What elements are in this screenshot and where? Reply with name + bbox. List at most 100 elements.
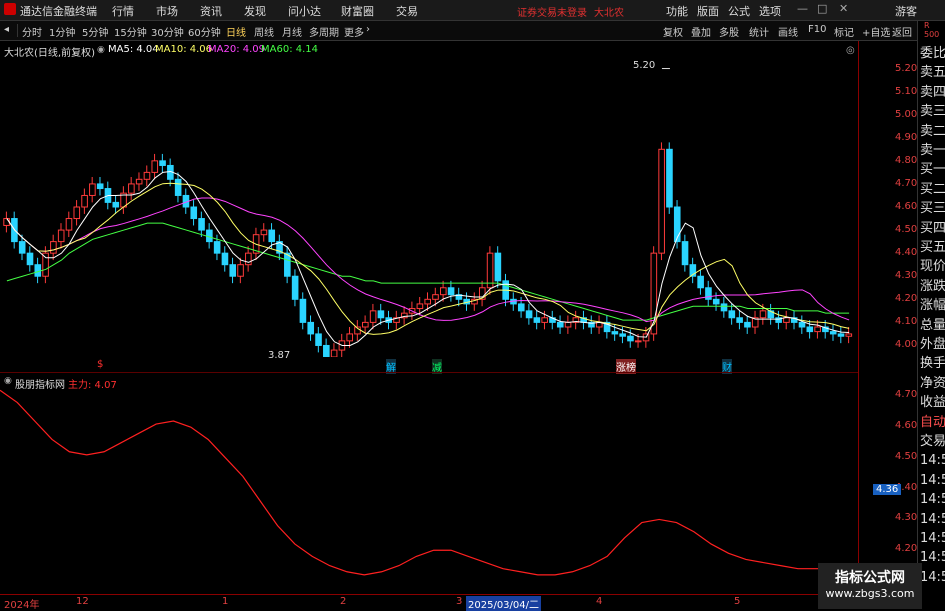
toolbar-draw[interactable]: 画线 <box>778 24 798 39</box>
candle-body <box>81 194 88 208</box>
candle-body <box>151 160 159 173</box>
candle-body <box>229 264 237 277</box>
candle-body <box>190 206 198 220</box>
menu-item-ask[interactable]: 问小达 <box>288 3 321 19</box>
maximize-icon[interactable]: □ <box>817 2 827 15</box>
indicator-panel[interactable]: ◉ 股朋指标网 主力: 4.07 <box>0 372 858 595</box>
candle-body <box>315 333 322 346</box>
period-15min[interactable]: 15分钟 <box>114 24 147 39</box>
candle-body <box>619 333 626 337</box>
close-icon[interactable]: ✕ <box>839 2 848 15</box>
candle-body <box>268 229 276 243</box>
toolbar-adjust[interactable]: 复权 <box>663 24 683 39</box>
toolbar-add-watchlist[interactable]: +自选 <box>862 24 890 39</box>
y-tick-label: 4.50 <box>895 224 918 236</box>
candle-body <box>57 229 65 243</box>
candle-body <box>96 183 104 190</box>
menu-item-quotes[interactable]: 行情 <box>112 3 134 19</box>
indicator-line <box>0 389 850 576</box>
x-label-2: 2 <box>340 596 347 607</box>
guest-label[interactable]: 游客 <box>895 3 917 19</box>
toolbar-mark[interactable]: 标记 <box>834 24 854 39</box>
period-30min[interactable]: 30分钟 <box>151 24 184 39</box>
indicator-current-value: 4.36 <box>873 484 902 495</box>
period-5min[interactable]: 5分钟 <box>82 24 108 39</box>
period-monthly[interactable]: 月线 <box>282 24 302 39</box>
side-panel-item: 14:5 <box>920 569 945 585</box>
period-daily[interactable]: 日线 <box>226 24 246 39</box>
candle-body <box>377 310 385 319</box>
period-more[interactable]: 更多 <box>344 24 364 39</box>
candle-body <box>783 317 790 323</box>
watermark-title: 指标公式网 <box>835 570 905 586</box>
toolbar-overlay[interactable]: 叠加 <box>691 24 711 39</box>
period-1min[interactable]: 1分钟 <box>49 24 75 39</box>
indicator-y-tick-label: 4.50 <box>895 450 918 462</box>
x-label-1: 1 <box>222 596 229 607</box>
y-tick-label: 5.20 <box>895 62 918 74</box>
menu-item-wealth[interactable]: 财富圈 <box>341 3 374 19</box>
menu-item-function[interactable]: 功能 <box>666 3 688 19</box>
candle-body <box>330 349 338 357</box>
menu-bar: 通达信金融终端 行情 市场 资讯 发现 问小达 财富圈 交易 证券交易未登录 大… <box>0 0 945 21</box>
y-tick-label: 4.80 <box>895 154 918 166</box>
price-chart-panel[interactable]: 大北农(日线,前复权) ◉ MA5: 4.04 MA10: 4.06 MA20:… <box>0 41 858 374</box>
period-toolbar: ◂ 分时 1分钟 5分钟 15分钟 30分钟 60分钟 日线 周线 月线 多周期… <box>0 21 945 41</box>
candle-body <box>213 241 221 254</box>
login-warning[interactable]: 证券交易未登录 <box>517 4 587 19</box>
candle-body <box>486 252 494 289</box>
candle-body <box>744 321 751 328</box>
side-panel-item: 14:5 <box>920 511 945 527</box>
period-timeshare[interactable]: 分时 <box>22 24 42 39</box>
side-panel-item: 卖四 <box>920 84 945 100</box>
side-panel-item: 现价 <box>920 259 945 275</box>
period-60min[interactable]: 60分钟 <box>188 24 221 39</box>
side-panel-item: 买一 <box>920 162 945 178</box>
candle-body <box>369 310 377 323</box>
candle-body <box>291 275 299 300</box>
candle-body <box>627 335 634 342</box>
chevron-right-icon[interactable]: › <box>366 24 370 35</box>
menu-item-discover[interactable]: 发现 <box>244 3 266 19</box>
menu-item-trade[interactable]: 交易 <box>396 3 418 19</box>
menu-item-options[interactable]: 选项 <box>759 3 781 19</box>
candle-body <box>837 333 845 337</box>
candle-body <box>829 331 837 335</box>
menu-item-market[interactable]: 市场 <box>156 3 178 19</box>
candle-body <box>814 326 821 333</box>
panel-settings-icon[interactable]: ◎ <box>846 45 855 56</box>
candle-body <box>564 321 572 328</box>
period-weekly[interactable]: 周线 <box>254 24 274 39</box>
toolbar-back[interactable]: 返回 <box>892 24 912 39</box>
menu-item-layout[interactable]: 版面 <box>697 3 719 19</box>
minimize-icon[interactable]: — <box>797 2 808 15</box>
side-panel-item[interactable]: 自动 <box>920 414 945 432</box>
side-panel-item: 外盘 <box>920 337 945 352</box>
toolbar-f10[interactable]: F10 <box>808 24 826 35</box>
side-panel-item: 14:5 <box>920 492 945 508</box>
side-panel-item: 14:5 <box>920 531 945 546</box>
side-panel-item: 换手 <box>920 356 945 372</box>
candle-body <box>323 344 330 357</box>
candle-body <box>681 241 689 266</box>
toolbar-multistock[interactable]: 多股 <box>719 24 739 39</box>
period-multi[interactable]: 多周期 <box>309 24 339 39</box>
candlestick-chart <box>3 68 853 357</box>
candle-body <box>432 294 439 300</box>
candle-body <box>221 252 229 266</box>
y-tick-label: 4.00 <box>895 339 918 351</box>
legend-toggle-icon[interactable]: ◉ <box>97 45 105 55</box>
candle-body <box>517 303 525 312</box>
menu-item-news[interactable]: 资讯 <box>200 3 222 19</box>
event-marker-dividend[interactable]: $ <box>97 359 103 370</box>
side-panel-item: 14:5 <box>920 453 945 469</box>
menu-item-formula[interactable]: 公式 <box>728 3 750 19</box>
toolbar-collapse-icon[interactable]: ◂ <box>4 24 9 35</box>
toolbar-stats[interactable]: 统计 <box>749 24 769 39</box>
app-logo-icon <box>4 3 16 15</box>
side-panel-item: 涨幅 <box>920 298 945 314</box>
quote-side-panel: R 500 委比 卖五 卖四 卖三 卖二 卖一 买一 买二 买三 买四 买五 现价 涨跌 涨幅 总量 外盘 换手… <box>917 21 945 609</box>
side-panel-item[interactable]: 交易 <box>920 433 945 451</box>
side-panel-item: 总量 <box>920 317 945 333</box>
candle-body <box>447 287 455 296</box>
